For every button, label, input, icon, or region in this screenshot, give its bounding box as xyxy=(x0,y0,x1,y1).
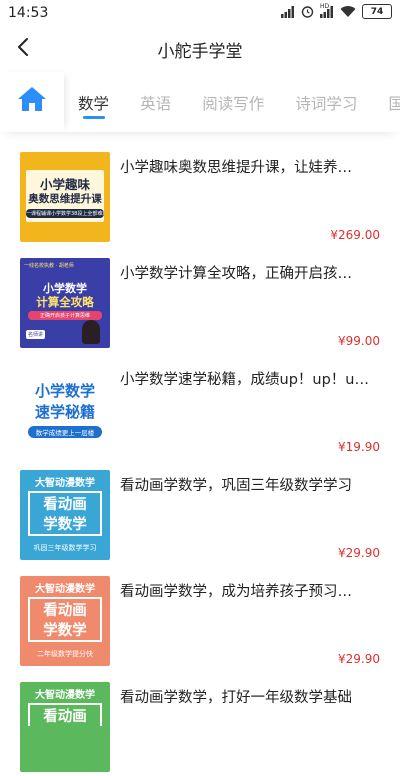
tab-label: 诗词学习 xyxy=(295,95,358,113)
thumb-top: 大智动漫数学 xyxy=(35,478,95,489)
thumb-sub: 巩固三年级数学学习 xyxy=(33,544,97,552)
thumb-line2: 学数学 xyxy=(28,619,102,642)
thumb-line1: 看动画 xyxy=(28,491,102,514)
course-thumbnail: 大智动漫数学 看动画 学数学 巩固三年级数学学习 xyxy=(20,470,110,560)
thumb-sub: 一课程辅课小学数学38段上全部难题 xyxy=(26,209,104,218)
course-thumbnail: 小学趣味 奥数思维提升课 一课程辅课小学数学38段上全部难题 xyxy=(20,152,110,242)
wifi-icon xyxy=(340,5,356,18)
thumb-line2: 计算全攻略 xyxy=(36,295,94,309)
tab-math[interactable]: 数学 xyxy=(78,72,109,132)
alarm-icon xyxy=(301,5,314,18)
course-title: 小学数学速学秘籍，成绩up！up！u… xyxy=(120,372,369,388)
tab-english[interactable]: 英语 xyxy=(140,72,171,132)
thumb-line1: 看动画 xyxy=(28,597,102,620)
signal-hd-icon: HD xyxy=(320,2,334,18)
list-item[interactable]: 大智动漫数学 看动画 学数学 二年级数学提分快 看动画学数学，成为培养孩子预习…… xyxy=(0,564,400,670)
tab-label: 阅读写作 xyxy=(202,95,265,113)
thumb-line1: 看动画 xyxy=(28,703,102,726)
tab-label: 数学 xyxy=(78,95,110,113)
thumb-line2: 学数学 xyxy=(28,513,102,536)
signal-icon xyxy=(281,5,295,18)
thumb-badge: 名师讲 xyxy=(26,330,46,339)
thumb-sub: 二年级数学提分快 xyxy=(37,650,93,658)
course-price: ¥269.00 xyxy=(330,228,380,242)
tab-label: 英语 xyxy=(140,95,172,113)
home-icon xyxy=(17,85,47,117)
list-item[interactable]: 大智动漫数学 看动画 学数学 巩固三年级数学学习 看动画学数学，巩固三年级数学学… xyxy=(0,458,400,564)
teacher-avatar xyxy=(82,320,100,344)
status-bar: 14:53 HD 74 xyxy=(0,0,400,26)
course-thumbnail: 大智动漫数学 看动画 xyxy=(20,682,110,772)
course-list: 小学趣味 奥数思维提升课 一课程辅课小学数学38段上全部难题 小学趣味奥数思维提… xyxy=(0,140,400,776)
header: 小舵手学堂 xyxy=(0,26,400,68)
course-thumbnail: 一线名校执教 · 胡老师 小学数学 计算全攻略 正确开启孩子计算思维 名师讲 xyxy=(20,258,110,348)
tab-list: 数学 英语 阅读写作 诗词学习 国学 xyxy=(66,72,400,132)
thumb-line2: 奥数思维提升课 xyxy=(28,193,102,205)
thumb-top: 大智动漫数学 xyxy=(35,690,95,701)
list-item[interactable]: 小学趣味 奥数思维提升课 一课程辅课小学数学38段上全部难题 小学趣味奥数思维提… xyxy=(0,140,400,246)
tab-reading-writing[interactable]: 阅读写作 xyxy=(202,72,264,132)
course-price: ¥29.90 xyxy=(338,652,380,666)
course-price: ¥19.90 xyxy=(338,440,380,454)
list-item[interactable]: 一线名校执教 · 胡老师 小学数学 计算全攻略 正确开启孩子计算思维 名师讲 小… xyxy=(0,246,400,352)
status-time: 14:53 xyxy=(8,5,49,21)
tab-chinese-studies[interactable]: 国学 xyxy=(388,72,400,132)
course-price: ¥99.00 xyxy=(338,334,380,348)
course-title: 小学数学计算全攻略，正确开启孩… xyxy=(120,266,352,282)
course-thumbnail: 小学数学 速学秘籍 数学成绩更上一层楼 xyxy=(20,364,110,454)
course-title: 看动画学数学，打好一年级数学基础 xyxy=(120,690,352,706)
tab-poetry[interactable]: 诗词学习 xyxy=(295,72,357,132)
thumb-sub: 正确开启孩子计算思维 xyxy=(28,311,102,320)
thumb-top: 大智动漫数学 xyxy=(35,584,95,595)
active-tab-indicator xyxy=(82,116,105,119)
network-label: HD xyxy=(320,2,330,10)
category-tabs: 数学 英语 阅读写作 诗词学习 国学 xyxy=(0,72,400,132)
thumb-top: 一线名校执教 · 胡老师 xyxy=(24,263,74,269)
status-icons: HD 74 xyxy=(281,2,392,19)
battery-icon: 74 xyxy=(362,4,392,19)
list-item[interactable]: 大智动漫数学 看动画 看动画学数学，打好一年级数学基础 xyxy=(0,670,400,776)
course-title: 看动画学数学，巩固三年级数学学习 xyxy=(120,478,352,494)
course-title: 小学趣味奥数思维提升课，让娃养… xyxy=(120,160,352,176)
course-thumbnail: 大智动漫数学 看动画 学数学 二年级数学提分快 xyxy=(20,576,110,666)
thumb-sub: 数学成绩更上一层楼 xyxy=(28,426,102,438)
list-item[interactable]: 小学数学 速学秘籍 数学成绩更上一层楼 小学数学速学秘籍，成绩up！up！u… … xyxy=(0,352,400,458)
thumb-line2: 速学秘籍 xyxy=(34,403,95,421)
tab-label: 国学 xyxy=(388,95,400,113)
thumb-line1: 小学数学 xyxy=(34,382,95,400)
course-title: 看动画学数学，成为培养孩子预习… xyxy=(120,584,352,600)
page-title: 小舵手学堂 xyxy=(157,42,243,62)
home-button[interactable] xyxy=(0,72,64,130)
course-price: ¥29.90 xyxy=(338,546,380,560)
